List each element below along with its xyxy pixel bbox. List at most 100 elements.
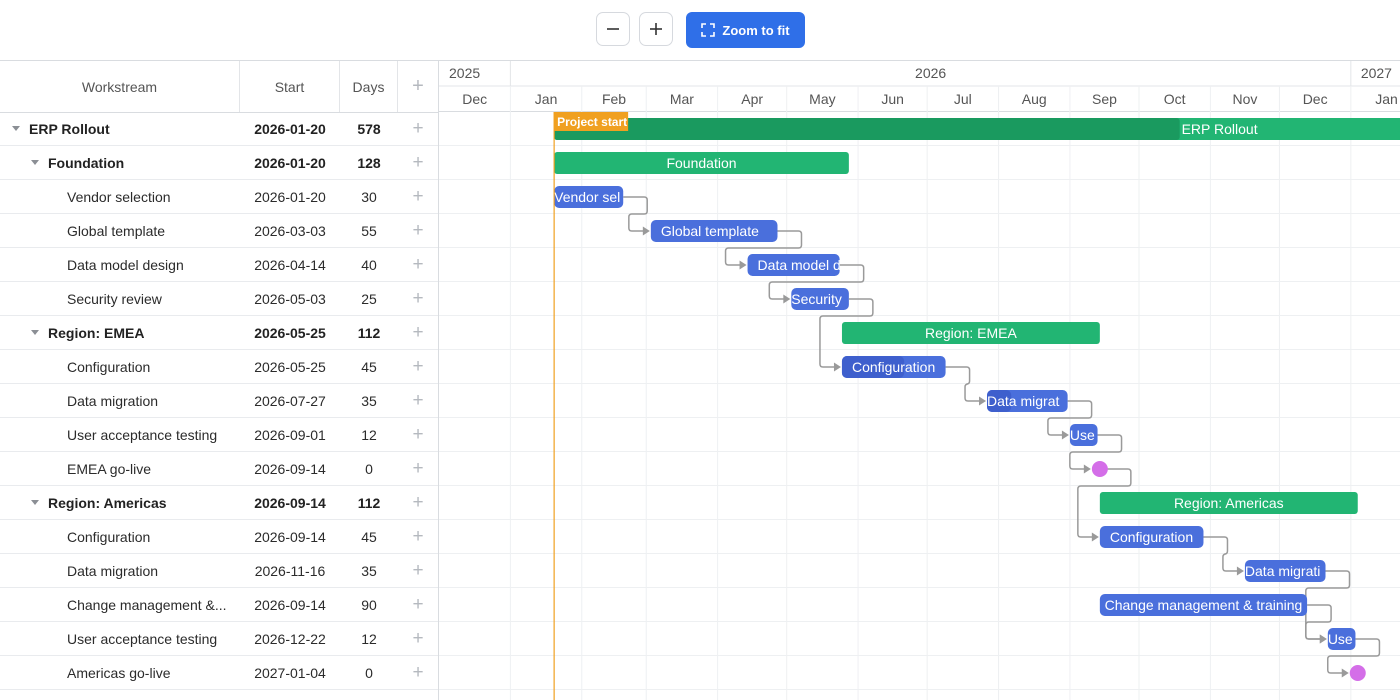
- grid-row[interactable]: Vendor selection 2026-01-20 30 +: [0, 180, 438, 214]
- grid-row[interactable]: User acceptance testing 2026-09-01 12 +: [0, 418, 438, 452]
- plus-icon: [650, 23, 662, 35]
- grid-row[interactable]: Region: Americas 2026-09-14 112 +: [0, 486, 438, 520]
- add-subtask-button[interactable]: +: [398, 384, 438, 417]
- task-days-cell: 30: [361, 188, 377, 205]
- collapse-caret-icon[interactable]: [31, 330, 39, 335]
- fit-frame-icon: [701, 23, 716, 37]
- grid-row[interactable]: Security review 2026-05-03 25 +: [0, 282, 438, 316]
- grid-row[interactable]: Data model design 2026-04-14 40 +: [0, 248, 438, 282]
- add-subtask-button[interactable]: +: [398, 214, 438, 247]
- collapse-caret-icon[interactable]: [12, 126, 20, 131]
- month-label: Dec: [1303, 91, 1328, 107]
- add-subtask-button[interactable]: +: [398, 146, 438, 179]
- add-subtask-button[interactable]: +: [398, 622, 438, 655]
- task-name: Data migration: [67, 562, 159, 579]
- add-subtask-button[interactable]: +: [398, 656, 438, 689]
- grid-row[interactable]: Configuration 2026-09-14 45 +: [0, 520, 438, 554]
- month-label: Jan: [535, 91, 558, 107]
- task-days-cell: 35: [361, 392, 377, 409]
- add-subtask-button[interactable]: +: [398, 520, 438, 553]
- grid-row[interactable]: Change management &... 2026-09-14 90 +: [0, 588, 438, 622]
- task-name-cell: Vendor selection: [0, 180, 240, 213]
- add-subtask-button[interactable]: +: [398, 112, 438, 145]
- task-start-cell: 2026-05-25: [254, 358, 326, 375]
- grid-row[interactable]: Americas go-live 2027-01-04 0 +: [0, 656, 438, 690]
- collapse-caret-icon[interactable]: [31, 160, 39, 165]
- grid-row[interactable]: Region: EMEA 2026-05-25 112 +: [0, 316, 438, 350]
- task-days-cell: 45: [361, 358, 377, 375]
- add-subtask-button[interactable]: +: [398, 316, 438, 349]
- zoom-to-fit-button[interactable]: Zoom to fit: [686, 12, 805, 48]
- task-name-cell: Foundation: [0, 146, 240, 179]
- task-name: Data migration: [67, 392, 159, 409]
- task-name-cell: Data migration: [0, 554, 240, 587]
- grid-row[interactable]: EMEA go-live 2026-09-14 0 +: [0, 452, 438, 486]
- bar-label: Region: EMEA: [925, 325, 1017, 341]
- project-start-label: Project start: [557, 115, 627, 129]
- add-task-header-button[interactable]: +: [398, 61, 438, 112]
- bar-label: Foundation: [666, 155, 736, 171]
- add-subtask-button[interactable]: +: [398, 180, 438, 213]
- task-start-cell: 2026-09-14: [254, 494, 326, 511]
- grid-row[interactable]: Global template 2026-03-03 55 +: [0, 214, 438, 248]
- grid-row[interactable]: Configuration 2026-05-25 45 +: [0, 350, 438, 384]
- add-subtask-button[interactable]: +: [398, 486, 438, 519]
- add-subtask-button[interactable]: +: [398, 418, 438, 451]
- month-label: Sep: [1092, 91, 1117, 107]
- task-start-cell: 2027-01-04: [254, 664, 326, 681]
- column-header-start[interactable]: Start: [240, 61, 340, 112]
- timeline-svg: 2025 2026 2027 Dec Jan Feb Mar Apr May Jun Jul Aug S…: [439, 61, 1400, 700]
- task-days-cell: 0: [365, 460, 373, 477]
- add-subtask-button[interactable]: +: [398, 282, 438, 315]
- bar-progress: [554, 118, 1180, 140]
- task-name-cell: Security review: [0, 282, 240, 315]
- task-name-cell: Region: Americas: [0, 486, 240, 519]
- task-days-cell: 90: [361, 596, 377, 613]
- task-name-cell: Configuration: [0, 520, 240, 553]
- zoom-out-button[interactable]: [596, 12, 630, 46]
- dependency-link[interactable]: [1305, 604, 1332, 640]
- milestone-marker[interactable]: [1091, 461, 1108, 477]
- collapse-caret-icon[interactable]: [31, 500, 39, 505]
- column-header-days[interactable]: Days: [340, 61, 398, 112]
- grid-row[interactable]: Data migration 2026-11-16 35 +: [0, 554, 438, 588]
- bar-label: Security: [791, 291, 842, 307]
- grid-row[interactable]: Foundation 2026-01-20 128 +: [0, 146, 438, 180]
- grid-row[interactable]: Data migration 2026-07-27 35 +: [0, 384, 438, 418]
- month-label: Dec: [462, 91, 487, 107]
- year-label: 2027: [1361, 65, 1392, 81]
- zoom-in-button[interactable]: [639, 12, 673, 46]
- task-name: Region: EMEA: [48, 324, 145, 341]
- milestone-marker[interactable]: [1349, 665, 1366, 681]
- bar-label: Use: [1070, 427, 1095, 443]
- task-start-cell: 2026-04-14: [254, 256, 326, 273]
- add-subtask-button[interactable]: +: [398, 588, 438, 621]
- add-subtask-button[interactable]: +: [398, 554, 438, 587]
- add-subtask-button[interactable]: +: [398, 248, 438, 281]
- bar-label: Use: [1328, 631, 1353, 647]
- task-name: Configuration: [67, 358, 151, 375]
- link-arrowhead-icon: [1319, 634, 1327, 644]
- task-grid: Workstream Start Days + ERP Rollout 2026-…: [0, 61, 439, 700]
- task-days-cell: 112: [357, 494, 381, 511]
- task-start-cell: 2026-01-20: [254, 154, 326, 171]
- bar-label: ERP Rollout: [1182, 121, 1258, 137]
- grid-row[interactable]: User acceptance testing 2026-12-22 12 +: [0, 622, 438, 656]
- task-start-cell: 2026-11-16: [254, 562, 326, 579]
- task-name: Configuration: [67, 528, 151, 545]
- grid-header: Workstream Start Days +: [0, 61, 438, 113]
- column-header-workstream[interactable]: Workstream: [0, 61, 240, 112]
- add-subtask-button[interactable]: +: [398, 452, 438, 485]
- grid-row[interactable]: ERP Rollout 2026-01-20 578 +: [0, 112, 438, 146]
- gantt-chart: Workstream Start Days + ERP Rollout 2026-…: [0, 60, 1400, 700]
- year-label: 2026: [915, 65, 946, 81]
- task-name-cell: Region: EMEA: [0, 316, 240, 349]
- task-start-cell: 2026-09-14: [254, 460, 326, 477]
- bar-label: Vendor sel: [554, 189, 620, 205]
- task-start-cell: 2026-01-20: [254, 188, 326, 205]
- month-label: Mar: [670, 91, 694, 107]
- link-arrowhead-icon: [1341, 668, 1349, 678]
- bar-label: Configuration: [1110, 529, 1193, 545]
- add-subtask-button[interactable]: +: [398, 350, 438, 383]
- task-name: Global template: [67, 222, 166, 239]
